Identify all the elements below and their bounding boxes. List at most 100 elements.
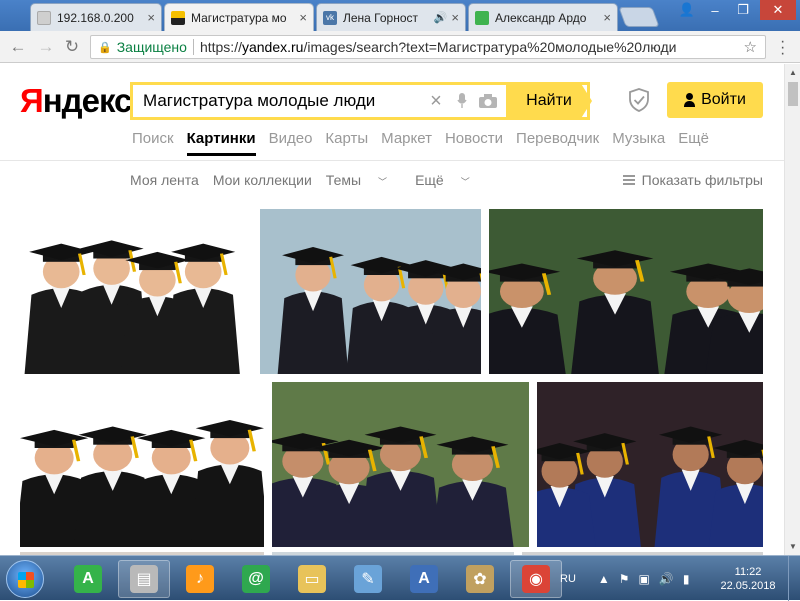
service-translate[interactable]: Переводчик [516,130,599,147]
service-market[interactable]: Маркет [381,130,432,147]
user-profile-icon[interactable]: 👤 [674,0,700,20]
tab-192-168-0-200[interactable]: 192.168.0.200 × [30,3,162,31]
service-news[interactable]: Новости [445,130,503,147]
address-bar[interactable]: 🔒 Защищено https://yandex.ru/images/sear… [90,35,766,59]
forward-arrow-icon[interactable]: → [36,37,56,57]
tab-label: 192.168.0.200 [57,10,134,25]
tab-magistratura[interactable]: Магистратура мо × [164,3,314,31]
show-filters-label: Показать фильтры [641,172,763,188]
image-result[interactable] [20,382,264,547]
tab-lena-gornost[interactable]: vk Лена Горност 🔊 × [316,3,466,31]
volume-icon[interactable]: 🔊 [659,572,674,586]
notepad-app-icon: ✎ [354,565,382,593]
browser-toolbar: ← → ↻ 🔒 Защищено https://yandex.ru/image… [0,31,800,63]
page-scrollbar[interactable]: ▲ ▼ [784,64,800,555]
url-host: yandex.ru [241,39,304,55]
wordpad-app[interactable]: A [398,560,450,598]
vk-favicon-icon: vk [323,10,337,25]
flag-icon[interactable]: ⚑ [619,572,630,586]
find-button[interactable]: Найти [506,82,592,120]
clock[interactable]: 11:22 22.05.2018 [720,565,776,593]
close-tab-icon[interactable]: × [299,10,307,25]
close-tab-icon[interactable]: × [451,10,459,25]
graduates-photo [20,209,249,374]
mail-app[interactable]: @ [230,560,282,598]
show-filters-button[interactable]: Показать фильтры [622,172,763,188]
close-window-button[interactable]: ✕ [760,0,796,20]
scroll-up-icon[interactable]: ▲ [789,68,797,77]
chrome-menu-icon[interactable]: · · · [780,34,785,62]
url-text: https://yandex.ru/images/search?text=Маг… [200,39,676,55]
service-maps[interactable]: Карты [325,130,368,147]
language-indicator[interactable]: RU [560,573,576,585]
service-video[interactable]: Видео [269,130,313,147]
logo-first-letter: Я [20,82,44,119]
shield-icon[interactable] [628,88,650,112]
image-result[interactable] [489,209,763,374]
reload-icon[interactable]: ↻ [62,37,82,57]
explorer-app[interactable]: ▭ [286,560,338,598]
chevron-down-icon: ﹀ [378,177,388,187]
user-icon [684,93,696,107]
paint-app[interactable]: ✿ [454,560,506,598]
more-dropdown[interactable]: Ещё ﹀ [415,172,484,188]
lock-icon: 🔒 [98,41,112,54]
explorer-app-icon: ▭ [298,565,326,593]
yandex-logo[interactable]: Яндекс [20,82,133,120]
tab-aleksandr-ardo[interactable]: Александр Ардо × [468,3,618,31]
network-icon[interactable]: ▣ [639,572,650,586]
topics-label: Темы [325,172,362,188]
image-result[interactable] [20,209,249,374]
service-music[interactable]: Музыка [612,130,665,147]
paint-app-icon: ✿ [466,565,494,593]
show-desktop-button[interactable] [788,556,800,601]
camera-icon[interactable] [475,86,501,116]
minimize-button[interactable]: – [702,0,728,20]
login-label: Войти [701,91,746,108]
service-more[interactable]: Ещё [678,130,709,147]
clock-time: 11:22 [734,566,762,578]
search-input[interactable]: Магистратура молодые люди [133,91,423,111]
restore-button[interactable]: ❐ [730,0,756,20]
back-arrow-icon[interactable]: ← [8,37,28,57]
start-button[interactable] [6,560,44,598]
bookmark-star-icon[interactable]: ☆ [744,38,757,56]
clear-icon[interactable]: × [423,86,449,116]
mail-app-icon: @ [242,565,270,593]
service-search[interactable]: Поиск [132,130,174,147]
logo-rest: ндекс [42,82,133,119]
images-subnav: Моя лента Мои коллекции Темы ﹀ Ещё ﹀ [130,172,498,188]
microphone-icon[interactable] [449,86,475,116]
notes-app[interactable]: ▤ [118,560,170,598]
chrome-app-icon: ◉ [522,565,550,593]
wordpad-app-icon: A [410,565,438,593]
show-hidden-icons-icon[interactable]: ▲ [598,572,610,586]
launcher-app[interactable]: A [62,560,114,598]
new-tab-button[interactable] [618,7,660,27]
yandex-images-favicon-icon [171,10,185,25]
image-result[interactable] [272,382,529,547]
tab-label: Лена Горност [343,10,419,25]
my-feed-link[interactable]: Моя лента [130,172,199,188]
windows-taskbar: A ▤ ♪ @ ▭ ✎ A ✿ ◉ RU ▲ ⚑ ▣ 🔊 ▮ 11:22 22.05.2018 [0,555,800,601]
tab-label: Магистратура мо [191,10,287,25]
image-result[interactable] [537,382,763,547]
my-collections-link[interactable]: Мои коллекции [213,172,312,188]
topics-dropdown[interactable]: Темы ﹀ [326,172,401,188]
power-icon[interactable]: ▮ [683,572,690,586]
login-button[interactable]: Войти [667,82,763,118]
chrome-app[interactable]: ◉ [510,560,562,598]
services-nav: Поиск Картинки Видео Карты Маркет Новост… [132,130,722,156]
scrollbar-thumb[interactable] [788,82,798,106]
audio-playing-icon: 🔊 [433,12,448,24]
notepad-app[interactable]: ✎ [342,560,394,598]
music-app[interactable]: ♪ [174,560,226,598]
close-tab-icon[interactable]: × [603,10,611,25]
url-path: /images/search?text=Магистратура%20молод… [303,39,677,55]
close-tab-icon[interactable]: × [147,10,155,25]
scroll-down-icon[interactable]: ▼ [789,542,797,551]
graduates-photo [272,382,529,547]
music-app-icon: ♪ [186,565,214,593]
service-images[interactable]: Картинки [186,130,256,156]
image-result[interactable] [260,209,481,374]
